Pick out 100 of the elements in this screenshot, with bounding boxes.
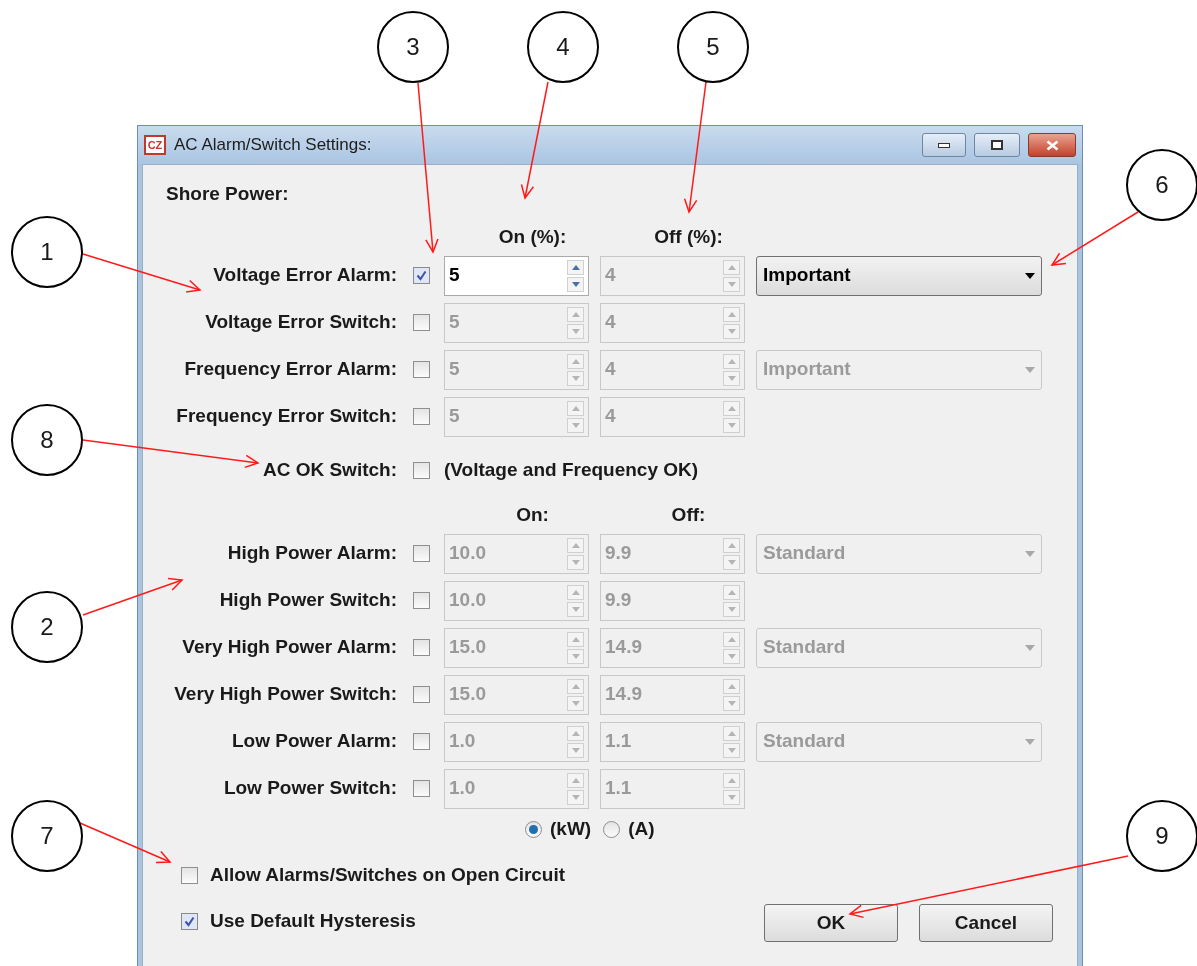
callout-number: 5 xyxy=(677,11,749,83)
up-arrow-icon xyxy=(571,636,580,642)
down-arrow-icon xyxy=(571,794,580,800)
value-input[interactable]: 5 xyxy=(445,261,567,290)
option-label: Allow Alarms/Switches on Open Circuit xyxy=(210,862,566,887)
checkbox[interactable] xyxy=(413,267,430,284)
up-arrow-icon xyxy=(571,311,580,317)
up-arrow-icon xyxy=(727,730,736,736)
spin-up-button[interactable] xyxy=(567,259,584,275)
caret-icon xyxy=(1025,738,1035,745)
radio-label: (A) xyxy=(628,816,655,841)
checkbox[interactable] xyxy=(413,361,430,378)
checkbox[interactable] xyxy=(413,686,430,703)
column-header: On (%): xyxy=(498,224,567,249)
checkbox[interactable] xyxy=(413,545,430,562)
callout-number: 3 xyxy=(377,11,449,83)
check-icon xyxy=(184,915,195,927)
up-arrow-icon xyxy=(727,589,736,595)
down-arrow-icon xyxy=(571,653,580,659)
caret-icon xyxy=(1025,644,1035,651)
down-arrow-icon xyxy=(727,422,736,428)
row-label: Frequency Error Switch: xyxy=(175,404,398,429)
down-arrow-icon xyxy=(727,794,736,800)
checkbox[interactable] xyxy=(413,733,430,750)
column-header: On: xyxy=(516,502,549,527)
row-label: Very High Power Alarm: xyxy=(181,635,398,660)
up-arrow-icon xyxy=(571,777,580,783)
up-arrow-icon xyxy=(727,683,736,689)
dialog-button[interactable]: OK xyxy=(764,904,898,942)
callout-number: 2 xyxy=(11,591,83,663)
restore-icon xyxy=(991,140,1003,150)
row-label: Voltage Error Alarm: xyxy=(212,263,398,288)
callout-number: 6 xyxy=(1126,149,1197,221)
checkbox[interactable] xyxy=(413,780,430,797)
checkbox-note: (Voltage and Frequency OK) xyxy=(444,457,699,482)
spin-box[interactable]: 5 xyxy=(444,255,589,296)
up-arrow-icon xyxy=(727,636,736,642)
checkbox[interactable] xyxy=(181,866,198,884)
caret-icon xyxy=(1025,550,1035,557)
down-arrow-icon xyxy=(571,747,580,753)
down-arrow-icon xyxy=(727,700,736,706)
up-arrow-icon xyxy=(727,777,736,783)
row-label: Low Power Switch: xyxy=(222,776,398,801)
down-arrow-icon xyxy=(571,700,580,706)
window-title: AC Alarm/Switch Settings: xyxy=(174,134,372,157)
down-arrow-icon xyxy=(571,375,580,381)
up-arrow-icon xyxy=(571,542,580,548)
checkbox[interactable] xyxy=(413,314,430,331)
up-arrow-icon xyxy=(571,683,580,689)
row-label: Voltage Error Switch: xyxy=(204,310,398,335)
section-title: Shore Power: xyxy=(166,182,290,206)
priority-dropdown[interactable]: Important xyxy=(756,255,1042,296)
down-arrow-icon xyxy=(727,375,736,381)
up-arrow-icon xyxy=(571,405,580,411)
check-icon xyxy=(416,270,427,281)
up-arrow-icon xyxy=(571,358,580,364)
row-label: Very High Power Switch: xyxy=(173,682,398,707)
close-icon xyxy=(1045,139,1059,151)
up-arrow-icon xyxy=(571,264,580,270)
callout-number: 9 xyxy=(1126,800,1197,872)
spin-down-button[interactable] xyxy=(567,276,584,292)
down-arrow-icon xyxy=(727,281,736,287)
checkbox[interactable] xyxy=(413,461,430,479)
down-arrow-icon xyxy=(571,559,580,565)
radio-button[interactable] xyxy=(603,820,621,838)
dialog-button[interactable]: Cancel xyxy=(919,904,1053,942)
down-arrow-icon xyxy=(571,422,580,428)
checkbox[interactable] xyxy=(413,408,430,425)
app-logo: CZ xyxy=(144,135,166,155)
down-arrow-icon xyxy=(727,328,736,334)
row-label: Frequency Error Alarm: xyxy=(183,357,398,382)
down-arrow-icon xyxy=(727,606,736,612)
checkbox[interactable] xyxy=(181,912,198,930)
up-arrow-icon xyxy=(727,358,736,364)
checkbox[interactable] xyxy=(413,592,430,609)
radio-button[interactable] xyxy=(525,820,542,838)
maximize-button[interactable] xyxy=(974,133,1020,157)
up-arrow-icon xyxy=(571,730,580,736)
down-arrow-icon xyxy=(571,606,580,612)
row-label: Low Power Alarm: xyxy=(230,729,398,754)
up-arrow-icon xyxy=(727,264,736,270)
minimize-button[interactable] xyxy=(922,133,966,157)
up-arrow-icon xyxy=(727,311,736,317)
row-label: AC OK Switch: xyxy=(261,457,398,482)
callout-number: 7 xyxy=(11,800,83,872)
down-arrow-icon xyxy=(727,559,736,565)
down-arrow-icon xyxy=(727,653,736,659)
callout-number: 8 xyxy=(11,404,83,476)
down-arrow-icon xyxy=(727,747,736,753)
checkbox[interactable] xyxy=(413,639,430,656)
radio-label: (kW) xyxy=(550,816,592,841)
up-arrow-icon xyxy=(727,405,736,411)
callout-number: 4 xyxy=(527,11,599,83)
caret-icon xyxy=(1025,272,1035,279)
up-arrow-icon xyxy=(571,589,580,595)
row-label: High Power Switch: xyxy=(218,588,398,613)
callout-number: 1 xyxy=(11,216,83,288)
column-header: Off (%): xyxy=(654,224,723,249)
column-header: Off: xyxy=(671,502,706,527)
close-button[interactable] xyxy=(1028,133,1076,157)
